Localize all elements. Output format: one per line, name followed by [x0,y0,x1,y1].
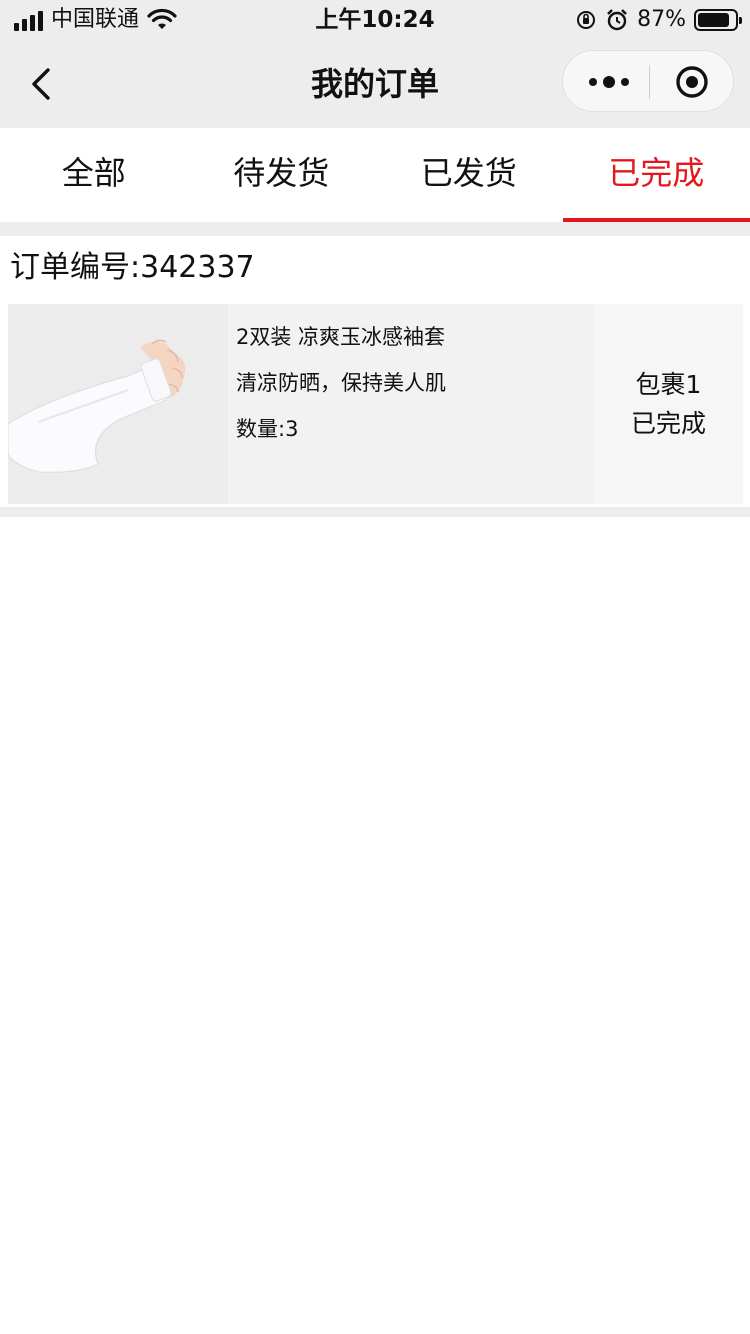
tab-pending-shipment[interactable]: 待发货 [188,128,376,222]
package-label: 包裹1 [635,370,702,399]
order-number: 订单编号:342337 [10,250,255,285]
section-divider-bottom [0,507,750,517]
battery-percent: 87% [637,7,686,32]
tab-shipped[interactable]: 已发货 [375,128,563,222]
section-divider [0,222,750,236]
tab-completed[interactable]: 已完成 [562,128,750,222]
status-bar: 中国联通 上午10:24 87% [0,0,750,40]
alarm-icon [607,9,627,31]
product-info: 2双装 凉爽玉冰感袖套 清凉防晒，保持美人肌 数量:3 [228,304,594,504]
order-tabs: 全部 待发货 已发货 已完成 [0,128,750,222]
capsule-divider [649,65,650,99]
product-image [7,304,228,504]
product-title: 2双装 凉爽玉冰感袖套 [236,325,446,349]
status-text: 已完成 [630,409,706,438]
target-icon[interactable] [675,65,709,99]
product-subtitle: 清凉防晒，保持美人肌 [236,371,446,395]
battery-icon [694,9,742,31]
orientation-lock-icon [577,11,596,29]
more-dots-icon[interactable] [589,71,629,93]
order-item-card[interactable]: 2双装 凉爽玉冰感袖套 清凉防晒，保持美人肌 数量:3 包裹1 已完成 [7,304,743,504]
tab-all[interactable]: 全部 [0,128,188,222]
package-status: 包裹1 已完成 [594,304,743,504]
battery-fill [698,13,730,27]
arm-sleeve-image [7,304,228,504]
product-quantity: 数量:3 [236,417,299,441]
status-right: 87% [575,6,742,34]
nav-bar: 我的订单 [0,40,750,128]
mini-program-capsule [562,50,734,112]
